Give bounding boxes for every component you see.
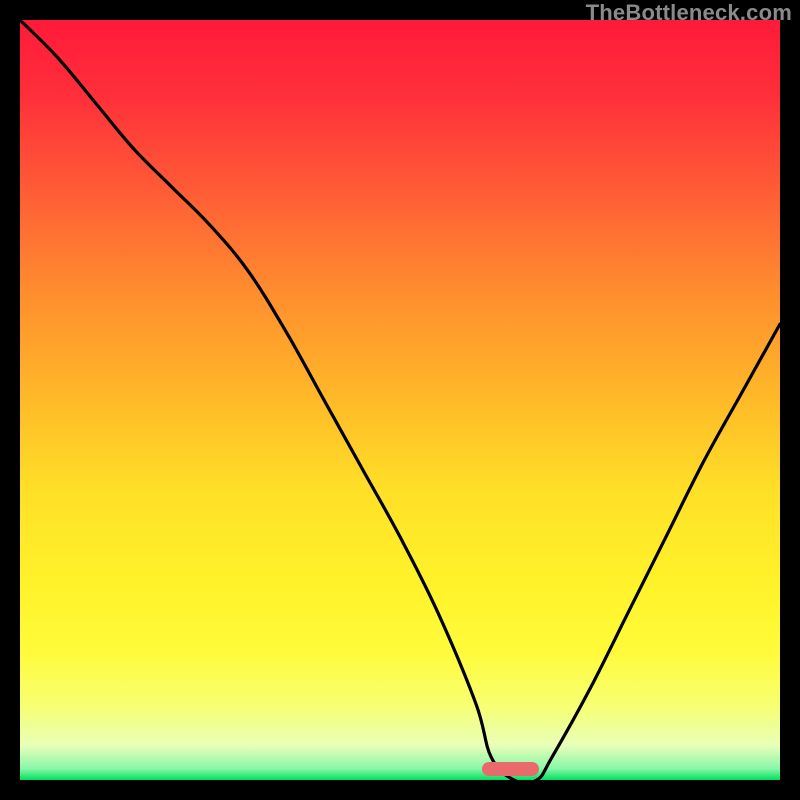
bottleneck-plot [20, 20, 780, 780]
app-frame: TheBottleneck.com [0, 0, 800, 800]
heat-gradient [20, 20, 780, 780]
